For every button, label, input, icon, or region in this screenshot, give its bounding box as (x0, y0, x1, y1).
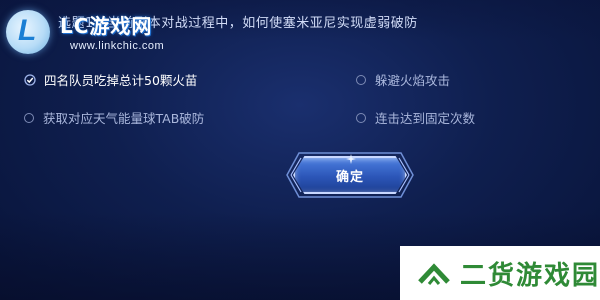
option-1[interactable]: 四名队员吃掉总计50颗火苗 (24, 70, 197, 89)
option-label: 躲避火焰攻击 (375, 73, 451, 88)
option-label: 连击达到固定次数 (375, 111, 476, 126)
option-label: 获取对应天气能量球TAB破防 (43, 111, 205, 126)
site-logo: L LC游戏网 www.linkchic.com (6, 4, 196, 54)
checkmark-icon (24, 73, 36, 86)
radio-icon (24, 112, 34, 123)
option-label: 四名队员吃掉总计50颗火苗 (44, 73, 198, 88)
logo-badge-icon: L (6, 10, 50, 54)
watermark: 二货游戏园 (400, 246, 600, 300)
logo-letter: L (18, 14, 37, 47)
sparkle-icon (346, 154, 356, 164)
watermark-text: 二货游戏园 (459, 260, 600, 291)
option-3[interactable]: 获取对应天气能量球TAB破防 (24, 108, 204, 127)
logo-title: LC游戏网 (60, 14, 153, 38)
radio-icon (356, 112, 366, 123)
option-2[interactable]: 躲避火焰攻击 (356, 70, 450, 89)
option-4[interactable]: 连击达到固定次数 (356, 108, 475, 127)
up-chevron-icon (418, 263, 450, 285)
logo-url: www.linkchic.com (70, 40, 165, 52)
radio-icon (356, 74, 366, 85)
